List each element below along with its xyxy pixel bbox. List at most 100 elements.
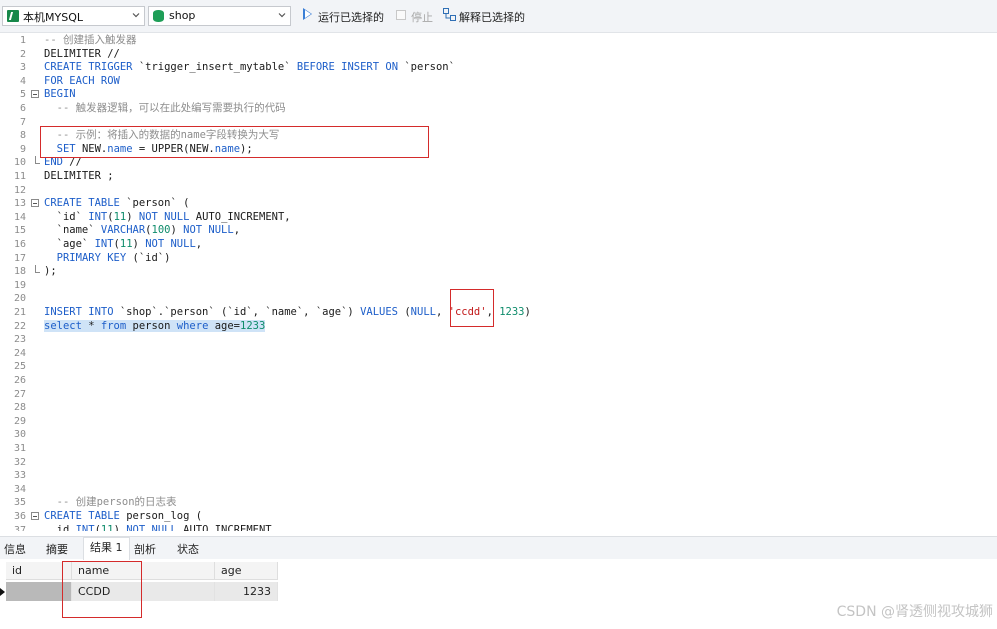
editor-line[interactable]: 23 [0,333,997,347]
editor-line[interactable]: 35 -- 创建person的日志表 [0,496,997,510]
code-token: INSERT INTO [44,306,120,318]
editor-line[interactable]: 17 PRIMARY KEY (`id`) [0,252,997,266]
explain-icon[interactable] [443,8,456,21]
editor-line[interactable]: 31 [0,442,997,456]
code-token: ) [126,210,139,223]
sql-editor[interactable]: 1 -- 创建插入触发器 2 DELIMITER // 3 CREATE TRIGGER … [0,33,997,531]
editor-line[interactable]: 25 [0,360,997,374]
editor-line[interactable]: 7 [0,116,997,130]
editor-line[interactable]: 19 [0,279,997,293]
editor-line[interactable]: 24 [0,347,997,361]
editor-line[interactable]: 37 id INT(11) NOT NULL AUTO_INCREMENT [0,524,997,531]
editor-line[interactable]: 4 FOR EACH ROW [0,75,997,89]
code-token: from [100,319,127,332]
editor-line[interactable]: 13 CREATE TABLE `person` ( [0,197,997,211]
fold-toggle-icon[interactable] [31,512,39,520]
tab-info[interactable]: 信息 [4,541,26,557]
column-header-age[interactable]: age [215,562,278,580]
code-text: FOR EACH ROW [44,75,120,89]
tab-profile[interactable]: 剖析 [134,541,156,557]
code-token: * [81,319,101,332]
code-text: -- 创建插入触发器 [44,34,136,48]
code-text: `id` INT(11) NOT NULL AUTO_INCREMENT, [44,211,291,225]
line-number: 5 [19,89,26,101]
code-token: VALUES [360,306,405,318]
column-header-id[interactable]: id [6,562,72,580]
code-text: -- 触发器逻辑，可以在此处编写需要执行的代码 [44,102,286,116]
editor-line[interactable]: 9 SET NEW.name = UPPER(NEW.name); [0,143,997,157]
code-token: AUTO_INCREMENT [183,523,272,531]
run-selected-button[interactable]: 运行已选择的 [318,9,384,25]
chevron-down-icon [278,13,286,18]
editor-line[interactable]: 27 [0,388,997,402]
line-number: 22 [13,320,26,332]
editor-line[interactable]: 20 [0,292,997,306]
table-cell-name[interactable]: CCDD [72,582,215,601]
code-token: INT [75,523,95,531]
line-number: 29 [13,415,26,427]
editor-line[interactable]: 28 [0,401,997,415]
line-number: 23 [13,334,26,346]
code-token: 100 [151,224,171,237]
line-number: 9 [19,143,26,155]
code-token: , [233,224,241,237]
explain-selected-button[interactable]: 解释已选择的 [459,9,525,25]
fold-end-marker [35,156,40,165]
code-text: `age` INT(11) NOT NULL, [44,238,202,252]
editor-line[interactable]: 1 -- 创建插入触发器 [0,34,997,48]
database-select[interactable]: shop [148,6,291,26]
editor-line[interactable]: 14 `id` INT(11) NOT NULL AUTO_INCREMENT, [0,211,997,225]
editor-line[interactable]: 26 [0,374,997,388]
run-icon[interactable] [303,8,312,20]
editor-line[interactable]: 15 `name` VARCHAR(100) NOT NULL, [0,224,997,238]
editor-line[interactable]: 10 END // [0,156,997,170]
editor-line[interactable]: 18); [0,265,997,279]
editor-line[interactable]: 5 BEGIN [0,88,997,102]
tab-result-1[interactable]: 结果 1 [83,537,130,560]
column-header-name[interactable]: name [72,562,215,580]
code-token: NOT NULL [145,238,196,250]
code-text: END // [44,156,82,170]
code-token: id [44,523,76,531]
fold-toggle-icon[interactable] [31,90,39,99]
table-cell-id[interactable]: 2 [6,582,72,601]
line-number: 7 [19,116,26,128]
editor-line[interactable]: 22 select * from person where age=1233 [0,319,997,334]
connection-select-value: 本机MYSQL [23,11,83,24]
code-token: BEFORE INSERT ON [296,61,405,74]
tab-summary[interactable]: 摘要 [46,541,68,557]
editor-line[interactable]: 33 [0,469,997,483]
line-number: 6 [19,103,26,114]
editor-line[interactable]: 21 INSERT INTO `shop`.`person` (`id`, `na… [0,306,997,320]
stop-button[interactable]: 停止 [411,9,433,25]
code-token: 11 [113,210,127,223]
editor-line[interactable]: 6 -- 触发器逻辑，可以在此处编写需要执行的代码 [0,102,997,116]
code-token: -- 创建插入触发器 [44,34,137,46]
editor-line[interactable]: 32 [0,456,997,470]
code-token: END [44,156,70,169]
line-number: 2 [19,48,26,60]
editor-line[interactable]: 16 `age` INT(11) NOT NULL, [0,238,997,252]
connection-select[interactable]: 本机MYSQL [2,6,145,26]
editor-line[interactable]: 12 [0,184,997,198]
line-number: 12 [13,184,26,196]
query-toolbar: 本机MYSQL shop 运行已选择的 停止 解释已选择的 [0,0,997,33]
code-token: (`id`) [132,251,171,264]
editor-line[interactable]: 3 CREATE TRIGGER `trigger_insert_mytable`… [0,61,997,75]
editor-line[interactable]: 2 DELIMITER // [0,48,997,62]
result-tabs: 信息 摘要 结果 1 剖析 状态 [0,536,997,560]
line-number: 30 [13,429,26,441]
table-cell-age[interactable]: 1233 [215,582,278,601]
editor-line[interactable]: 34 [0,483,997,497]
editor-line[interactable]: 8 -- 示例：将插入的数据的name字段转换为大写 [0,129,997,143]
code-token: AUTO_INCREMENT, [195,210,291,223]
fold-toggle-icon[interactable] [31,199,39,208]
editor-line[interactable]: 30 [0,428,997,442]
tab-status[interactable]: 状态 [177,541,199,557]
editor-line[interactable]: 36 CREATE TABLE person_log ( [0,510,997,524]
editor-line[interactable]: 29 [0,415,997,429]
editor-line[interactable]: 11 DELIMITER ; [0,170,997,184]
code-token: INT [94,238,114,250]
code-token: // [69,156,82,169]
